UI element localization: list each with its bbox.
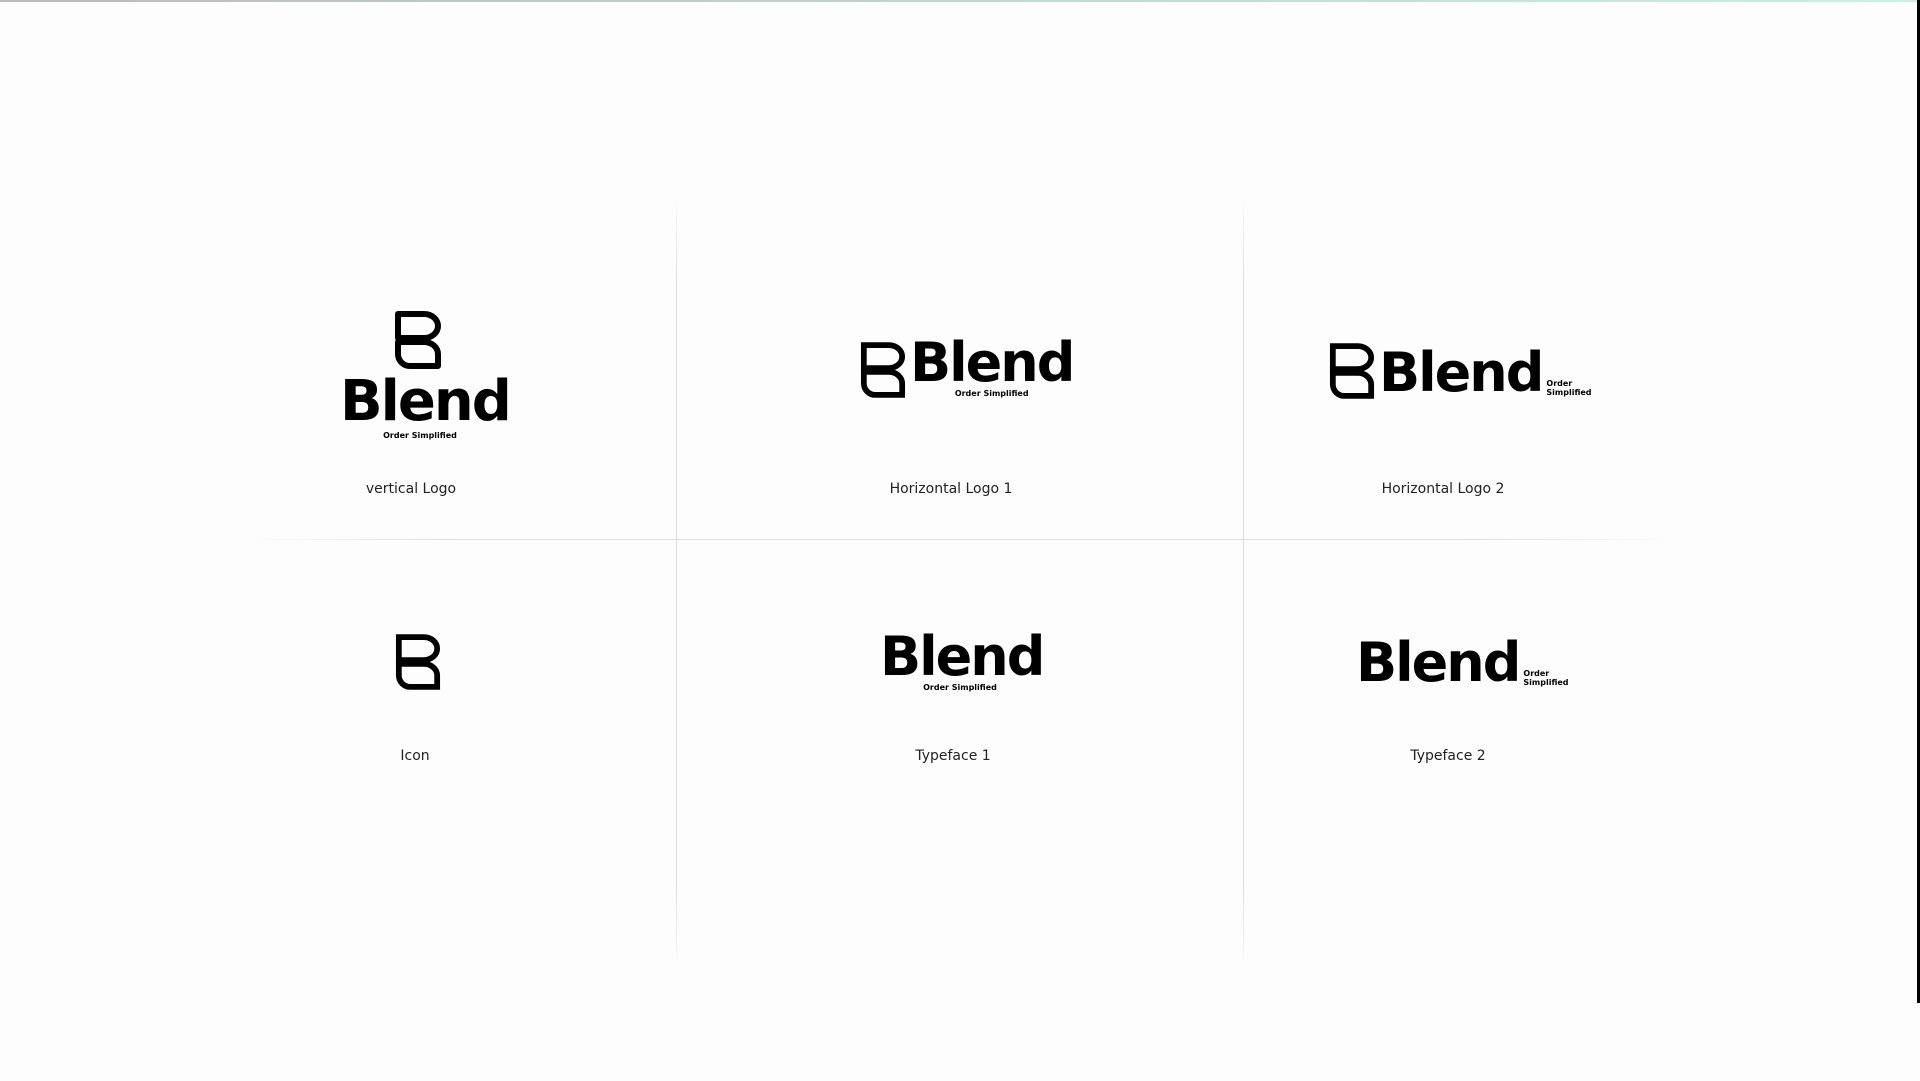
typeface-2: Blend Order Simplified [1356, 636, 1569, 690]
brand-tagline-line2: Simplified [1546, 388, 1592, 398]
blend-icon [860, 342, 906, 398]
variant-label: Horizontal Logo 2 [1381, 481, 1505, 497]
blend-icon [1329, 343, 1375, 399]
variant-label: Horizontal Logo 1 [889, 481, 1013, 497]
variant-label: Icon [400, 748, 430, 764]
vertical-logo: Blend Order Simplified [340, 310, 512, 441]
grid-divider-horizontal [245, 539, 1675, 540]
grid-divider-vertical [1243, 200, 1244, 967]
horizontal-logo-1: Blend Order Simplified [860, 331, 1075, 399]
variant-label: vertical Logo [365, 481, 457, 497]
top-border [0, 0, 1920, 2]
brand-wordmark: Blend [1379, 341, 1544, 404]
brand-tagline-line2: Simplified [1523, 678, 1569, 688]
brand-wordmark: Blend [340, 369, 512, 434]
blend-icon [395, 311, 441, 369]
grid-divider-vertical [676, 200, 677, 967]
variant-label: Typeface 1 [915, 748, 991, 764]
horizontal-logo-2: Blend Order Simplified [1329, 342, 1592, 400]
variant-label: Typeface 2 [1410, 748, 1486, 764]
blend-icon [395, 634, 441, 690]
typeface-1: Blend Order Simplified [880, 625, 1045, 693]
brand-wordmark: Blend [910, 331, 1075, 394]
brand-wordmark: Blend [1356, 631, 1521, 694]
brand-wordmark: Blend [880, 625, 1045, 688]
